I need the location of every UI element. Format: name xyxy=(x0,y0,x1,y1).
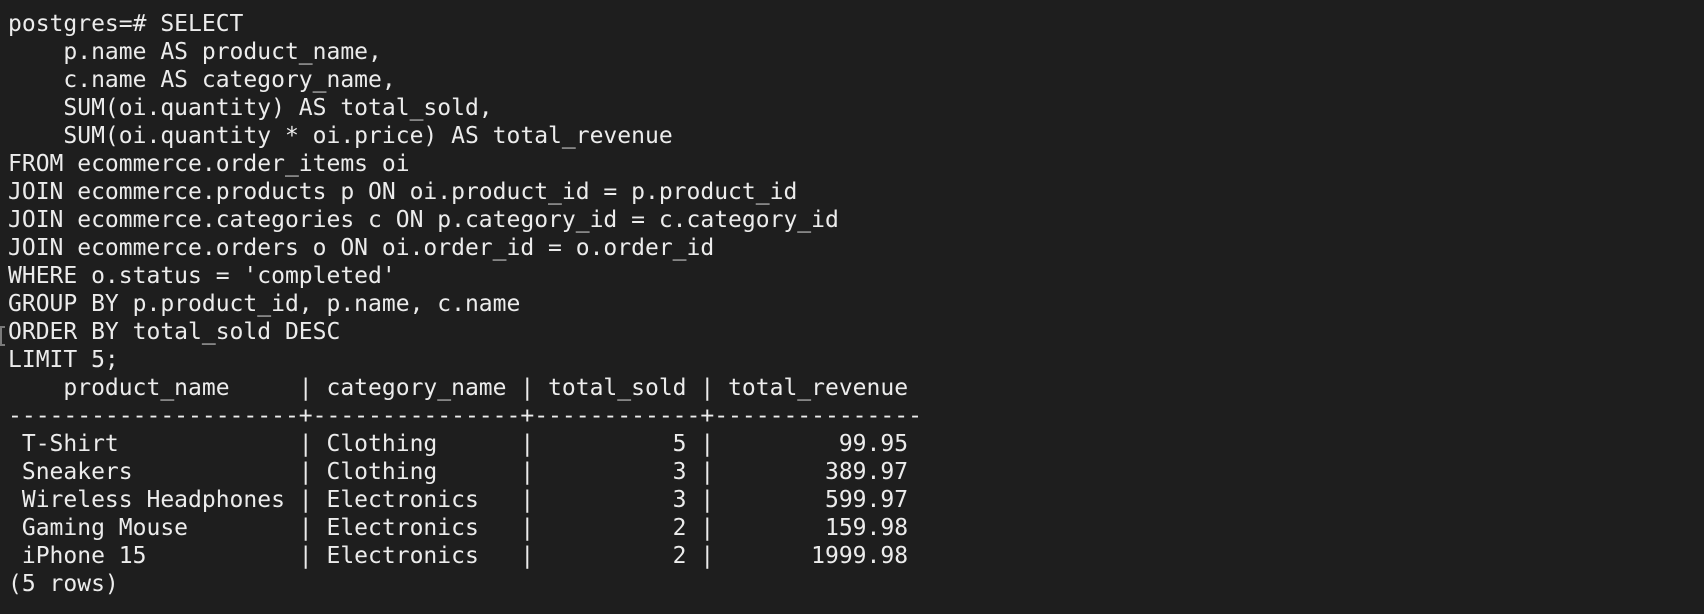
query-line: ORDER BY total_sold DESC xyxy=(8,319,341,345)
table-separator: ---------------------+---------------+--… xyxy=(8,403,922,429)
query-line: SUM(oi.quantity * oi.price) AS total_rev… xyxy=(8,123,673,149)
row-count: (5 rows) xyxy=(8,571,119,597)
query-line: JOIN ecommerce.categories c ON p.categor… xyxy=(8,207,839,233)
query-line: JOIN ecommerce.orders o ON oi.order_id =… xyxy=(8,235,715,261)
line-marker-icon xyxy=(0,326,5,346)
query-line: LIMIT 5; xyxy=(8,347,119,373)
query-line: SUM(oi.quantity) AS total_sold, xyxy=(8,95,493,121)
query-line: GROUP BY p.product_id, p.name, c.name xyxy=(8,291,521,317)
query-line: c.name AS category_name, xyxy=(8,67,396,93)
table-row: Gaming Mouse | Electronics | 2 | 159.98 xyxy=(8,515,909,541)
table-row: T-Shirt | Clothing | 5 | 99.95 xyxy=(8,431,909,457)
table-header: product_name | category_name | total_sol… xyxy=(8,375,909,401)
table-row: Sneakers | Clothing | 3 | 389.97 xyxy=(8,459,909,485)
query-line: FROM ecommerce.order_items oi xyxy=(8,151,410,177)
table-row: iPhone 15 | Electronics | 2 | 1999.98 xyxy=(8,543,909,569)
query-line: WHERE o.status = 'completed' xyxy=(8,263,396,289)
query-line: JOIN ecommerce.products p ON oi.product_… xyxy=(8,179,798,205)
query-line: p.name AS product_name, xyxy=(8,39,382,65)
terminal-window[interactable]: postgres=# SELECT p.name AS product_name… xyxy=(0,0,1704,614)
prompt-line: postgres=# SELECT xyxy=(8,11,244,37)
table-row: Wireless Headphones | Electronics | 3 | … xyxy=(8,487,909,513)
